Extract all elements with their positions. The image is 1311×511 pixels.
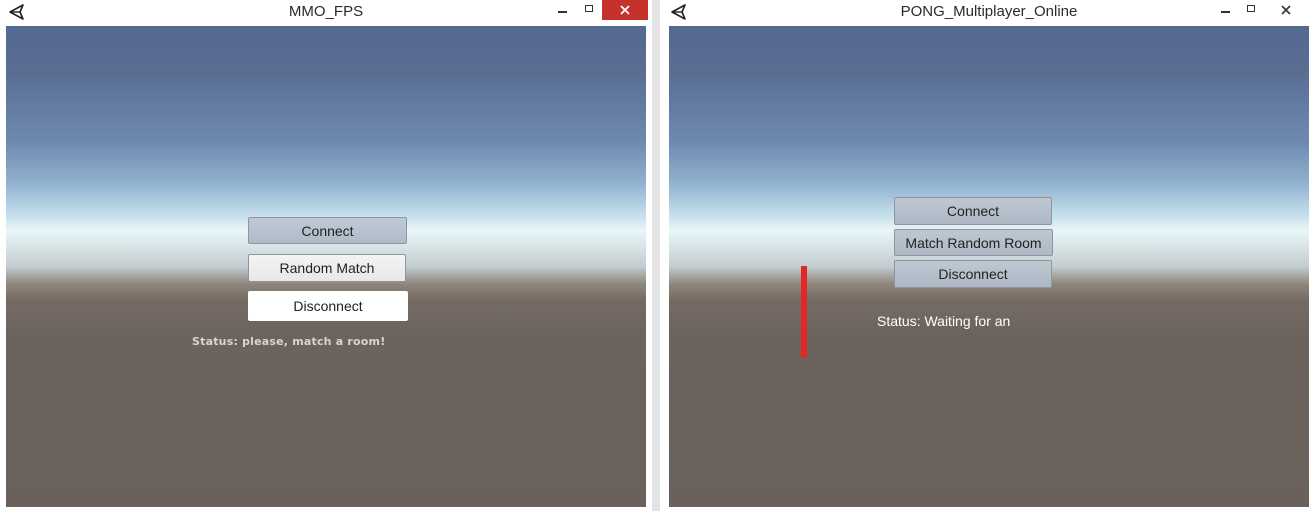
status-text: Status: please, match a room! [192, 335, 386, 348]
connect-button[interactable]: Connect [248, 217, 407, 244]
close-icon [620, 5, 630, 15]
match-random-room-button[interactable]: Match Random Room [894, 229, 1053, 256]
status-text: Status: Waiting for an [877, 313, 1011, 329]
close-button[interactable] [1263, 0, 1309, 20]
window-mmo-fps: MMO_FPS Connect Random Match Disconnect … [0, 0, 652, 511]
maximize-button[interactable] [1238, 0, 1264, 20]
window-pong-multiplayer-online: PONG_Multiplayer_Online Connect Match Ra… [660, 0, 1311, 511]
disconnect-button[interactable]: Disconnect [894, 260, 1052, 288]
window-title: MMO_FPS [288, 3, 364, 20]
close-button[interactable] [602, 0, 648, 20]
unity-logo-icon [671, 4, 686, 20]
minimize-icon [1220, 11, 1230, 13]
random-match-button[interactable]: Random Match [248, 254, 406, 282]
game-viewport[interactable]: Connect Random Match Disconnect Status: … [6, 26, 646, 507]
title-bar[interactable]: PONG_Multiplayer_Online [660, 0, 1311, 24]
minimize-button[interactable] [1212, 0, 1238, 20]
pong-paddle [801, 266, 807, 358]
disconnect-button[interactable]: Disconnect [248, 291, 408, 321]
close-icon [1281, 5, 1291, 15]
game-viewport[interactable]: Connect Match Random Room Disconnect Sta… [669, 26, 1309, 507]
unity-logo-icon [9, 4, 24, 20]
window-title: PONG_Multiplayer_Online [900, 3, 1078, 20]
connect-button[interactable]: Connect [894, 197, 1052, 225]
minimize-icon [557, 11, 567, 13]
maximize-icon [585, 4, 593, 12]
title-bar[interactable]: MMO_FPS [0, 0, 652, 24]
maximize-icon [1247, 4, 1255, 12]
window-gap [652, 0, 660, 511]
minimize-button[interactable] [549, 0, 575, 20]
maximize-button[interactable] [576, 0, 602, 20]
